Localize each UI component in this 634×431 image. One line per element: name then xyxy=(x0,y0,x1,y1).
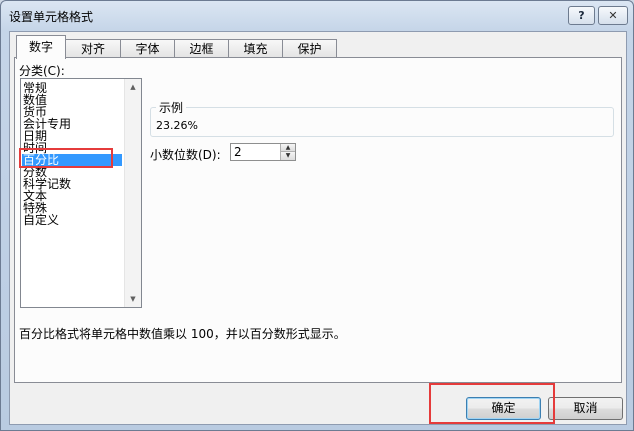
ok-button[interactable]: 确定 xyxy=(466,397,541,420)
category-scrollbar[interactable]: ▲ ▼ xyxy=(124,79,141,307)
category-item-custom[interactable]: 自定义 xyxy=(23,214,59,226)
decimal-places-label: 小数位数(D): xyxy=(150,148,221,162)
tab-border[interactable]: 边框 xyxy=(174,39,229,58)
title-bar: 设置单元格格式 ? ✕ xyxy=(1,1,633,29)
format-description: 百分比格式将单元格中数值乘以 100，并以百分数形式显示。 xyxy=(19,327,346,341)
spin-buttons: ▲ ▼ xyxy=(280,144,295,160)
category-label: 分类(C): xyxy=(19,64,65,78)
sample-legend: 示例 xyxy=(156,99,187,116)
category-listbox[interactable]: 常规 数值 货币 会计专用 日期 时间 百分比 分数 科学记数 文本 特殊 自定… xyxy=(20,78,142,308)
decimal-places-stepper[interactable]: 2 ▲ ▼ xyxy=(230,143,296,161)
decimal-places-value[interactable]: 2 xyxy=(234,145,242,159)
tab-alignment[interactable]: 对齐 xyxy=(65,39,121,58)
spin-down-icon[interactable]: ▼ xyxy=(281,152,295,160)
scroll-down-icon[interactable]: ▼ xyxy=(125,291,141,307)
scroll-up-icon[interactable]: ▲ xyxy=(125,79,141,95)
sample-value: 23.26% xyxy=(156,119,198,132)
format-cells-dialog: 设置单元格格式 ? ✕ 数字 对齐 字体 边框 填充 保护 分类(C): 常规 … xyxy=(0,0,634,431)
tab-protection[interactable]: 保护 xyxy=(282,39,337,58)
tab-number[interactable]: 数字 xyxy=(16,35,66,59)
window-title: 设置单元格格式 xyxy=(9,10,94,24)
spin-up-icon[interactable]: ▲ xyxy=(281,144,295,152)
number-tab-panel: 分类(C): 常规 数值 货币 会计专用 日期 时间 百分比 分数 科学记数 文… xyxy=(14,57,622,383)
dialog-client-area: 数字 对齐 字体 边框 填充 保护 分类(C): 常规 数值 货币 会计专用 日… xyxy=(9,31,627,425)
tab-font[interactable]: 字体 xyxy=(120,39,175,58)
close-button[interactable]: ✕ xyxy=(598,6,628,25)
sample-groupbox xyxy=(150,107,614,137)
tab-fill[interactable]: 填充 xyxy=(228,39,283,58)
help-button[interactable]: ? xyxy=(568,6,595,25)
cancel-button[interactable]: 取消 xyxy=(548,397,623,420)
